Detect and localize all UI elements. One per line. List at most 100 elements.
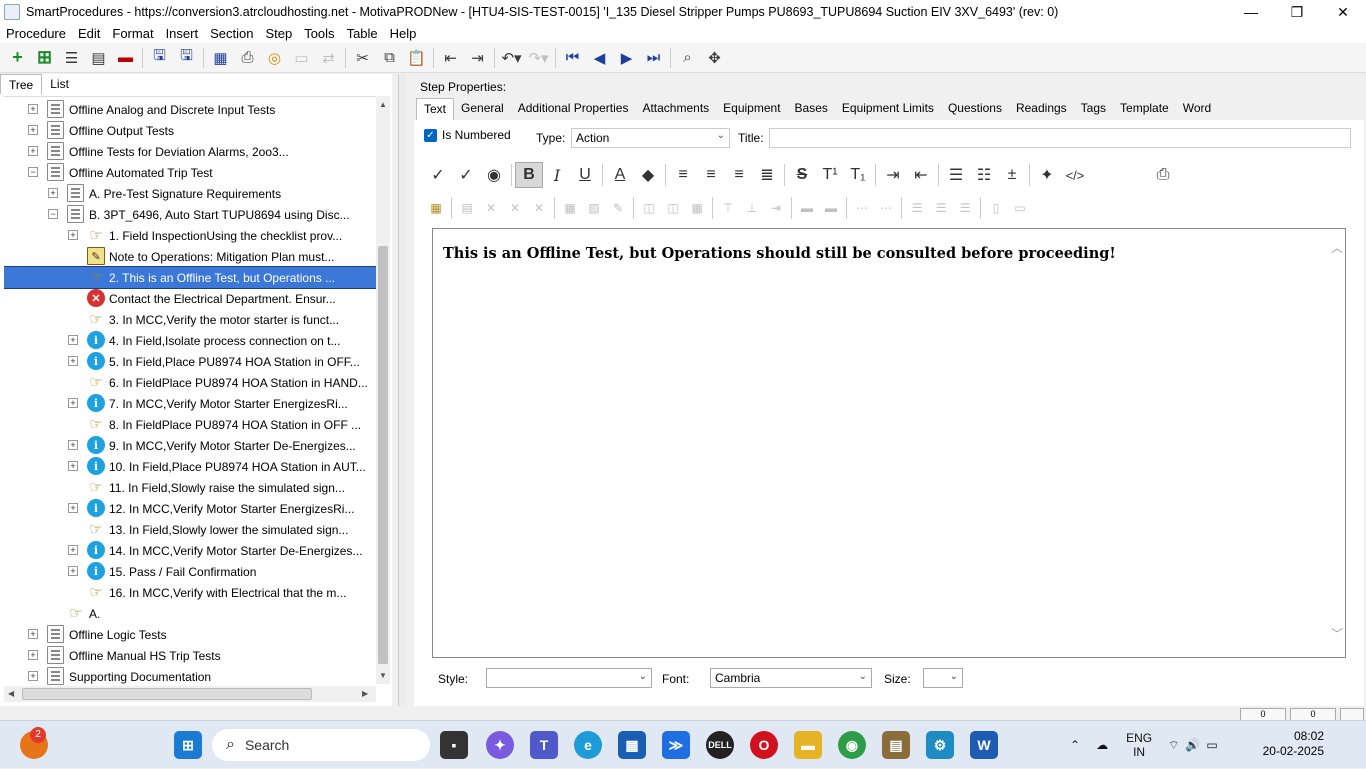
split-cells-vertical-icon[interactable]: ⋯ [874, 198, 898, 218]
scroll-right-icon[interactable]: ▶ [362, 689, 368, 698]
copy-icon[interactable]: ⧉ [376, 46, 403, 70]
bold-icon[interactable]: B [515, 162, 543, 188]
tree-row[interactable]: ☞ 16. In MCC,Verify with Electrical that … [4, 582, 376, 603]
chevron-up-icon[interactable]: ⌃ [1070, 738, 1080, 752]
smartprocedures-taskbar-icon[interactable]: ⚙ [926, 731, 954, 759]
tree-row[interactable]: + i 10. In Field,Place PU8974 HOA Station … [4, 456, 376, 477]
menu-format[interactable]: Format [106, 26, 159, 41]
style-select[interactable]: ⌄ [486, 668, 652, 688]
terminal-icon[interactable]: ▪ [440, 731, 468, 759]
tab-attachments[interactable]: Attachments [635, 98, 716, 120]
tree-row[interactable]: + ☞ 1. Field InspectionUsing the checklist… [4, 225, 376, 246]
tree-row[interactable]: + Offline Analog and Discrete Input Tests [4, 99, 376, 120]
tab-additional-properties[interactable]: Additional Properties [511, 98, 636, 120]
battery-icon[interactable]: ▭ [1206, 738, 1217, 752]
tree-vertical-scrollbar[interactable]: ▲ ▼ [376, 96, 390, 684]
italic-icon[interactable]: I [543, 162, 571, 188]
tree-row[interactable]: + Offline Tests for Deviation Alarms, 2oo… [4, 141, 376, 162]
tab-questions[interactable]: Questions [941, 98, 1009, 120]
html-code-icon[interactable]: </> [1061, 162, 1089, 188]
tree-row[interactable]: − Offline Automated Trip Test [4, 162, 376, 183]
move-icon[interactable]: ✥ [701, 46, 728, 70]
tree-row[interactable]: + i 5. In Field,Place PU8974 HOA Station i… [4, 351, 376, 372]
decrease-indent-icon[interactable]: ⇤ [907, 162, 935, 188]
spellcheck-auto-icon[interactable]: ✓ [452, 162, 480, 188]
tree-row[interactable]: ✎ Note to Operations: Mitigation Plan mus… [4, 246, 376, 267]
tab-word[interactable]: Word [1176, 98, 1218, 120]
edge-icon[interactable]: e [574, 731, 602, 759]
print-preview-icon[interactable]: ⎙ [1149, 162, 1177, 188]
save-all-icon[interactable]: 🖫 [146, 46, 173, 70]
align-center-icon[interactable]: ≡ [697, 162, 725, 188]
valign-top-icon[interactable]: ☰ [905, 198, 929, 218]
tab-list[interactable]: List [42, 74, 77, 94]
delete-row-icon[interactable]: ✕ [503, 198, 527, 218]
insert-column-right-icon[interactable]: ◫ [661, 198, 685, 218]
expand-icon[interactable]: + [68, 461, 78, 471]
underline-icon[interactable]: U [571, 162, 599, 188]
undo-icon[interactable]: ↶▾ [498, 46, 525, 70]
menu-tools[interactable]: Tools [298, 26, 340, 41]
dell-icon[interactable]: DELL [706, 731, 734, 759]
restore-button[interactable]: ❐ [1274, 0, 1320, 24]
scroll-up-icon[interactable]: ▲ [379, 100, 387, 109]
menu-section[interactable]: Section [204, 26, 259, 41]
chevron-up-icon[interactable]: ︿ [1331, 239, 1343, 256]
next-icon[interactable]: ▶ [613, 46, 640, 70]
strikethrough-icon[interactable]: S [788, 162, 816, 188]
tree-vertical-scroll-thumb[interactable] [378, 246, 388, 664]
archive-app-icon[interactable]: ▤ [882, 731, 910, 759]
taskbar-search[interactable]: ⌕ Search [212, 729, 430, 761]
menu-step[interactable]: Step [259, 26, 298, 41]
delete-table-icon[interactable]: ✕ [479, 198, 503, 218]
expand-icon[interactable]: + [68, 335, 78, 345]
tree-row[interactable]: ☞ 13. In Field,Slowly lower the simulated… [4, 519, 376, 540]
font-select[interactable]: Cambria ⌄ [710, 668, 872, 688]
numbered-list-icon[interactable]: ☷ [970, 162, 998, 188]
table-properties-icon[interactable]: ▤ [455, 198, 479, 218]
minimize-button[interactable]: — [1228, 0, 1274, 24]
paste-icon[interactable]: 📋 [403, 46, 430, 70]
color-wheel-icon[interactable]: ◉ [480, 162, 508, 188]
cell-pencil-icon[interactable]: ✎ [606, 198, 630, 218]
expand-icon[interactable]: + [68, 566, 78, 576]
collapse-icon[interactable]: − [28, 167, 38, 177]
column-width-icon[interactable]: ▯ [984, 198, 1008, 218]
insert-row-above-icon[interactable]: ⊤ [716, 198, 740, 218]
remove-icon[interactable]: ▬ [112, 46, 139, 70]
chevron-down-icon[interactable]: ﹀ [1331, 625, 1343, 642]
tree-row[interactable]: + Offline Logic Tests [4, 624, 376, 645]
tree-row[interactable]: ☞ 3. In MCC,Verify the motor starter is f… [4, 309, 376, 330]
find-icon[interactable]: ⌕ [674, 46, 701, 70]
bullet-list-icon[interactable]: ☰ [942, 162, 970, 188]
merge-cells-icon[interactable]: ▦ [685, 198, 709, 218]
scroll-down-icon[interactable]: ▼ [379, 671, 387, 680]
insert-table-icon[interactable]: ▦ [424, 198, 448, 218]
expand-icon[interactable]: + [28, 671, 38, 681]
tree-row[interactable]: ☞ 6. In FieldPlace PU8974 HOA Station in … [4, 372, 376, 393]
add-child-icon[interactable]: ⊞ [31, 46, 58, 70]
outdent-icon[interactable]: ⇤ [437, 46, 464, 70]
menu-table[interactable]: Table [341, 26, 384, 41]
row-height-icon[interactable]: ▬ [795, 198, 819, 218]
tree-row[interactable]: + i 12. In MCC,Verify Motor Starter Energi… [4, 498, 376, 519]
expand-icon[interactable]: + [68, 503, 78, 513]
transfer-icon[interactable]: ⇄ [315, 46, 342, 70]
expand-icon[interactable]: + [68, 230, 78, 240]
start-icon[interactable]: ⊞ [174, 731, 202, 759]
tab-tree[interactable]: Tree [0, 74, 43, 94]
expand-icon[interactable]: + [68, 398, 78, 408]
expand-icon[interactable]: + [68, 440, 78, 450]
tree-row[interactable]: ☞ 11. In Field,Slowly raise the simulated… [4, 477, 376, 498]
tab-general[interactable]: General [454, 98, 511, 120]
first-icon[interactable]: ⏮ [559, 46, 586, 70]
save-icon[interactable]: 🖫 [173, 46, 200, 70]
tree-horizontal-scrollbar[interactable]: ◀ ▶ [4, 686, 376, 702]
language-indicator[interactable]: ENG IN [1126, 731, 1152, 759]
copilot-icon[interactable]: ✦ [486, 731, 514, 759]
align-right-icon[interactable]: ≡ [725, 162, 753, 188]
form-icon[interactable]: ▭ [288, 46, 315, 70]
row-width-icon[interactable]: ▭ [1008, 198, 1032, 218]
valign-middle-icon[interactable]: ☰ [929, 198, 953, 218]
tab-equipment[interactable]: Equipment [716, 98, 787, 120]
